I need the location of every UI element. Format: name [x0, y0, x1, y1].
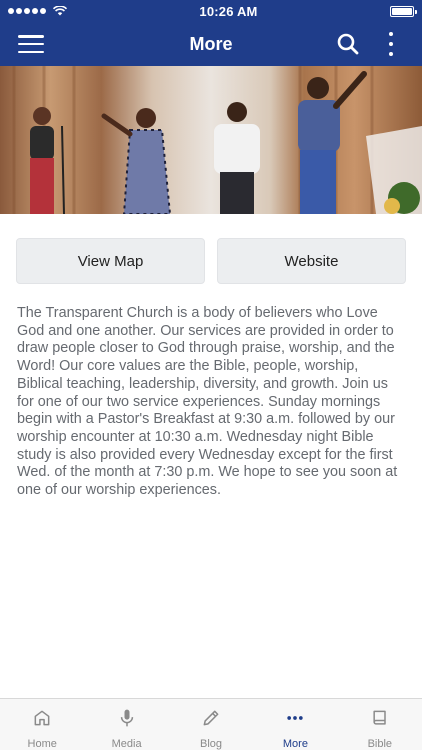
battery-icon [389, 5, 417, 17]
signal-indicator [8, 6, 67, 16]
status-bar: 10:26 AM [0, 0, 422, 22]
dots-icon [287, 716, 304, 720]
wifi-icon [53, 6, 67, 16]
tab-label: Bible [367, 738, 393, 750]
microphone-icon [120, 709, 133, 727]
book-icon [373, 710, 386, 725]
church-description: The Transparent Church is a body of beli… [17, 305, 398, 499]
tab-label: Blog [200, 738, 223, 750]
home-icon [34, 710, 50, 726]
view-map-button[interactable]: View Map [16, 238, 205, 284]
tab-label: More [282, 738, 308, 750]
tab-bar: Home Media Blog More Bible [0, 698, 422, 750]
page-title: More [189, 33, 233, 54]
website-button[interactable]: Website [217, 238, 406, 284]
overflow-menu-icon[interactable] [386, 32, 396, 56]
tab-home[interactable]: Home [0, 699, 84, 750]
search-icon[interactable] [336, 32, 360, 56]
hero-photo [0, 66, 422, 214]
navbar: More [0, 22, 422, 66]
pencil-icon [203, 710, 219, 726]
tab-bible[interactable]: Bible [338, 699, 422, 750]
tab-blog[interactable]: Blog [169, 699, 253, 750]
tab-label: Media [111, 738, 142, 750]
tab-label: Home [27, 738, 57, 750]
tab-media[interactable]: Media [84, 699, 168, 750]
menu-icon[interactable] [18, 33, 44, 55]
tab-more[interactable]: More [253, 699, 337, 750]
status-time: 10:26 AM [199, 3, 258, 19]
